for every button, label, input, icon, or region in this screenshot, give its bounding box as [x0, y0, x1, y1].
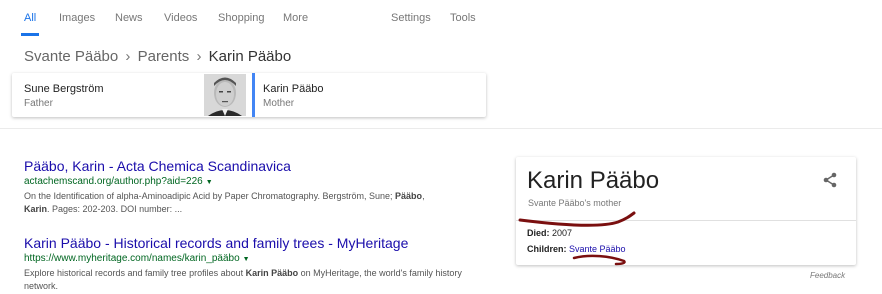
active-tab-indicator — [21, 33, 39, 36]
url-dropdown-icon[interactable]: ▼ — [206, 179, 213, 186]
tab-images[interactable]: Images — [59, 12, 95, 24]
breadcrumb-item-parents[interactable]: Parents — [138, 48, 190, 65]
kp-subtitle: Svante Pääbo's mother — [528, 198, 622, 208]
fact-label: Died: — [527, 228, 550, 238]
result-snippet: On the Identification of alpha-Aminoadip… — [24, 190, 494, 216]
kp-title: Karin Pääbo — [527, 167, 660, 194]
section-divider — [0, 128, 882, 129]
kp-fact-children: Children: Svante Pääbo — [527, 244, 626, 254]
tab-more[interactable]: More — [283, 12, 308, 24]
breadcrumb-separator: › — [125, 48, 131, 65]
result-url: https://www.myheritage.com/names/karin_p… — [24, 253, 494, 264]
snippet-bold: Karin — [24, 204, 48, 214]
breadcrumb-item-svante[interactable]: Svante Pääbo — [24, 48, 118, 65]
kp-fact-died: Died: 2007 — [527, 228, 572, 238]
result-title-link[interactable]: Karin Pääbo - Historical records and fam… — [24, 235, 494, 251]
search-tabs-bar: All Images News Videos Shopping More Set… — [0, 0, 882, 36]
fact-value: 2007 — [552, 228, 573, 238]
snippet-text: Explore historical records and family tr… — [24, 268, 246, 278]
tab-tools[interactable]: Tools — [450, 12, 476, 24]
breadcrumb: Svante Pääbo › Parents › Karin Pääbo — [24, 48, 291, 65]
snippet-text: , — [422, 191, 425, 201]
snippet-bold: Karin Pääbo — [245, 268, 299, 278]
tab-shopping[interactable]: Shopping — [218, 12, 265, 24]
snippet-text: . Pages: 202-203. DOI number: ... — [47, 204, 183, 214]
carousel-card-father[interactable]: Sune Bergström Father — [12, 73, 250, 117]
carousel-card-mother[interactable]: Karin Pääbo Mother — [255, 73, 486, 117]
tab-news[interactable]: News — [115, 12, 143, 24]
result-snippet: Explore historical records and family tr… — [24, 267, 494, 293]
result-title-link[interactable]: Pääbo, Karin - Acta Chemica Scandinavica — [24, 158, 494, 174]
search-result: Karin Pääbo - Historical records and fam… — [24, 235, 494, 293]
feedback-link[interactable]: Feedback — [810, 271, 845, 280]
card-name: Karin Pääbo — [263, 83, 324, 95]
snippet-text: On the Identification of alpha-Aminoadip… — [24, 191, 396, 201]
result-url-text: https://www.myheritage.com/names/karin_p… — [24, 253, 240, 264]
card-relation: Mother — [263, 98, 295, 109]
search-result: Pääbo, Karin - Acta Chemica Scandinavica… — [24, 158, 494, 216]
card-name: Sune Bergström — [24, 83, 104, 95]
tab-videos[interactable]: Videos — [164, 12, 197, 24]
snippet-bold: Pääbo — [395, 191, 423, 201]
breadcrumb-current: Karin Pääbo — [208, 48, 292, 65]
fact-value-link[interactable]: Svante Pääbo — [569, 244, 626, 254]
result-url: actachemscand.org/author.php?aid=226 ▼ — [24, 176, 494, 187]
knowledge-panel: Karin Pääbo Svante Pääbo's mother Died: … — [516, 157, 856, 265]
tab-all[interactable]: All — [24, 12, 36, 24]
breadcrumb-separator: › — [196, 48, 202, 65]
tab-settings[interactable]: Settings — [391, 12, 431, 24]
card-relation: Father — [24, 98, 53, 109]
result-url-text: actachemscand.org/author.php?aid=226 — [24, 176, 203, 187]
url-dropdown-icon[interactable]: ▼ — [243, 256, 250, 263]
share-icon[interactable] — [822, 172, 838, 188]
parents-carousel: Sune Bergström Father Karin Pääbo Mother — [12, 73, 486, 117]
father-photo — [204, 74, 246, 116]
fact-label: Children: — [527, 244, 567, 254]
kp-divider — [516, 220, 856, 221]
